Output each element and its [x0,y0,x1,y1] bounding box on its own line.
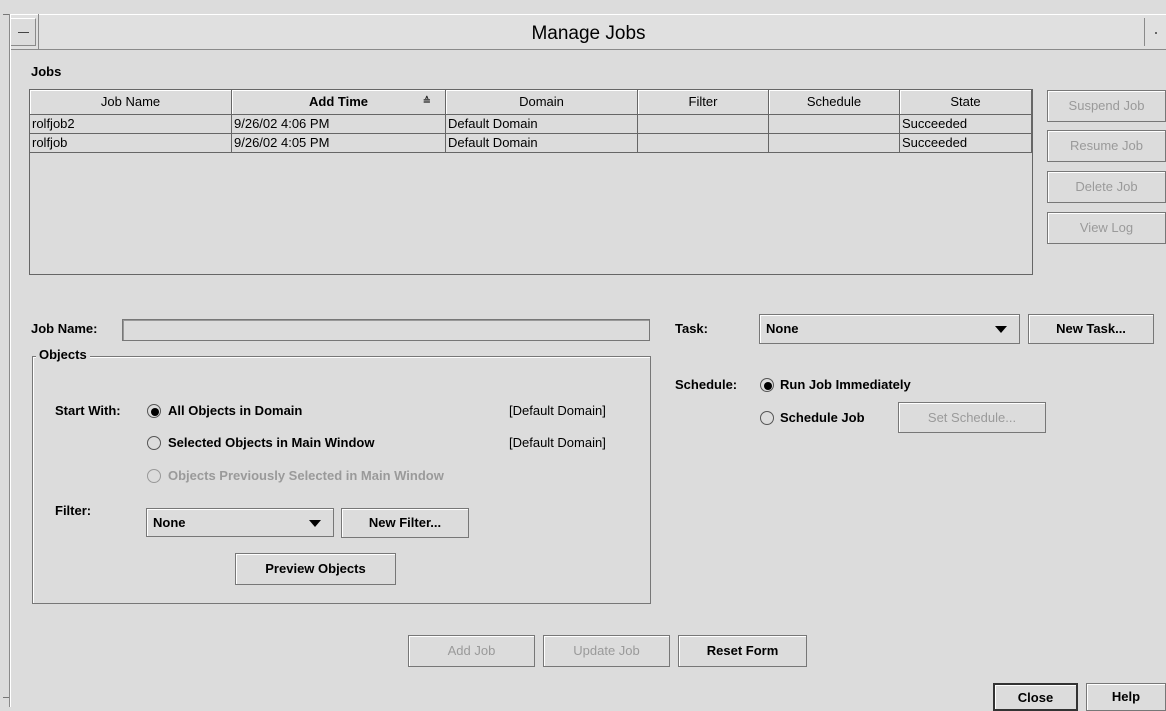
update-job-button[interactable]: Update Job [543,635,670,667]
title-bar: Manage Jobs [9,14,1166,50]
delete-job-button[interactable]: Delete Job [1047,171,1166,203]
cell-schedule [769,115,900,134]
button-label: Set Schedule... [927,410,1017,425]
button-label: Reset Form [706,643,779,658]
column-label: Add Time [309,94,368,109]
cell-schedule [769,134,900,153]
sort-ascending-icon: ≙ [422,96,431,107]
column-label: Domain [519,94,564,109]
new-filter-button[interactable]: New Filter... [341,508,469,538]
start-with-label: Start With: [55,403,121,418]
column-label: Schedule [806,94,862,109]
jobs-table[interactable]: Job Name Add Time ≙ Domain Filter Schedul… [29,89,1033,275]
add-job-button[interactable]: Add Job [408,635,535,667]
new-task-button[interactable]: New Task... [1028,314,1154,344]
filter-selected-value: None [153,515,186,530]
button-label: Preview Objects [265,561,366,576]
column-header-add-time[interactable]: Add Time ≙ [232,90,446,115]
resume-job-button[interactable]: Resume Job [1047,130,1166,162]
cell-add-time: 9/26/02 4:05 PM [232,134,446,153]
cell-job-name: rolfjob2 [30,115,232,134]
column-header-filter[interactable]: Filter [638,90,769,115]
button-label: View Log [1079,220,1134,235]
table-row[interactable]: rolfjob2 9/26/02 4:06 PM Default Domain … [30,115,1032,134]
title-separator [38,14,39,50]
cell-domain: Default Domain [446,134,638,153]
button-label: Resume Job [1070,138,1143,153]
schedule-job-label[interactable]: Schedule Job [780,410,865,425]
selected-objects-domain: [Default Domain] [509,435,606,450]
radio-schedule-job[interactable] [760,411,774,425]
preview-objects-button[interactable]: Preview Objects [235,553,396,585]
chevron-down-icon [995,326,1007,333]
table-row[interactable]: rolfjob 9/26/02 4:05 PM Default Domain S… [30,134,1032,153]
button-label: New Filter... [368,515,442,530]
cell-state: Succeeded [900,115,1032,134]
window-border-highlight [10,14,11,707]
filter-dropdown[interactable]: None [146,508,334,537]
selected-objects-label[interactable]: Selected Objects in Main Window [168,435,374,450]
task-dropdown[interactable]: None [759,314,1020,344]
button-label: Close [1017,690,1054,705]
column-label: State [950,94,981,109]
radio-run-immediately[interactable] [760,378,774,392]
task-selected-value: None [766,321,799,336]
button-label: Delete Job [1075,179,1138,194]
column-label: Filter [688,94,718,109]
suspend-job-button[interactable]: Suspend Job [1047,90,1166,122]
window-resize-icon[interactable] [1144,18,1166,46]
job-name-input[interactable] [122,319,650,341]
radio-previous-objects[interactable] [147,469,161,483]
objects-group-title: Objects [36,347,90,362]
column-header-domain[interactable]: Domain [446,90,638,115]
set-schedule-button[interactable]: Set Schedule... [898,402,1046,433]
button-label: Suspend Job [1068,98,1145,113]
all-objects-domain: [Default Domain] [509,403,606,418]
column-header-state[interactable]: State [900,90,1032,115]
column-header-schedule[interactable]: Schedule [769,90,900,115]
schedule-label: Schedule: [675,377,738,392]
previous-objects-label: Objects Previously Selected in Main Wind… [168,468,444,483]
view-log-button[interactable]: View Log [1047,212,1166,244]
all-objects-label[interactable]: All Objects in Domain [168,403,302,418]
button-label: Update Job [573,643,640,658]
button-label: Help [1111,689,1141,704]
job-name-label: Job Name: [31,321,98,336]
reset-form-button[interactable]: Reset Form [678,635,807,667]
cell-domain: Default Domain [446,115,638,134]
button-label: Add Job [447,643,496,658]
column-header-job-name[interactable]: Job Name [30,90,232,115]
column-label: Job Name [100,94,161,109]
cell-filter [638,115,769,134]
window-menu-icon[interactable] [10,18,36,46]
run-immediately-label[interactable]: Run Job Immediately [780,377,911,392]
jobs-label: Jobs [31,64,62,79]
window-title: Manage Jobs [531,23,646,44]
task-label: Task: [675,321,708,336]
radio-selected-objects[interactable] [147,436,161,450]
cell-job-name: rolfjob [30,134,232,153]
radio-all-objects[interactable] [147,404,161,418]
filter-label: Filter: [55,503,92,518]
cell-add-time: 9/26/02 4:06 PM [232,115,446,134]
cell-state: Succeeded [900,134,1032,153]
chevron-down-icon [309,520,321,527]
button-label: New Task... [1056,321,1126,336]
cell-filter [638,134,769,153]
